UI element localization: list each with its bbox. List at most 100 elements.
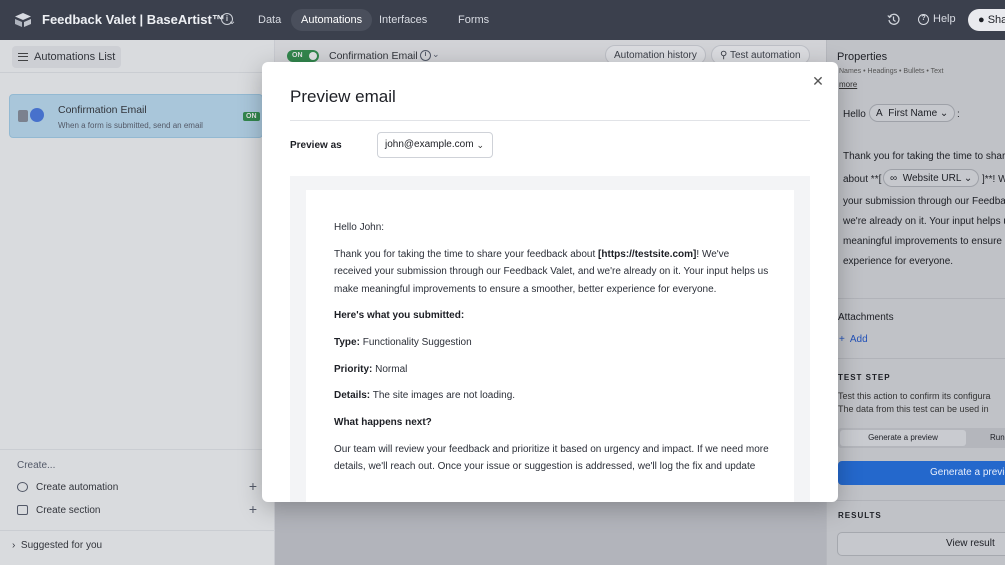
users-icon: ● <box>978 14 985 26</box>
automation-card-confirmation-email[interactable]: Confirmation Email When a form is submit… <box>9 94 263 138</box>
base-title-text: Feedback Valet | BaseArtist™ <box>42 12 225 27</box>
history-icon[interactable] <box>887 13 900 26</box>
info-icon[interactable]: i <box>221 13 233 25</box>
tab-generate-preview[interactable]: Generate a preview <box>840 430 966 446</box>
next-heading: What happens next? <box>334 417 432 428</box>
suggested-label: Suggested for you <box>20 540 103 551</box>
email-heading: What happens next? <box>334 417 432 428</box>
generate-preview-button[interactable]: Generate a preview <box>838 461 1005 485</box>
details-label: Details: <box>334 390 371 401</box>
first-name-label: First Name <box>888 108 938 119</box>
chevron-down-icon: ⌄ <box>939 108 949 119</box>
divider <box>827 500 1005 501</box>
base-title[interactable]: Feedback Valet | BaseArtist™ ⌄ <box>42 12 236 27</box>
chevron-right-icon: › <box>12 540 16 551</box>
email-paragraph-line: make meaningful improvements to ensure a… <box>334 284 717 295</box>
suggested-for-you-toggle[interactable]: › Suggested for you <box>12 540 102 551</box>
tab-interfaces[interactable]: Interfaces <box>369 9 437 31</box>
create-section-label: Create section <box>36 504 101 516</box>
plus-icon: + <box>248 478 257 494</box>
priority-label: Priority: <box>334 364 373 375</box>
body-text-suffix: ]**! W <box>982 174 1005 185</box>
body-text-line: Thank you for taking the time to share <box>843 151 1005 162</box>
preview-as-label: Preview as <box>290 140 342 151</box>
format-toolbar: Names • Headings • Bullets • Text <box>839 68 944 75</box>
create-label: Create... <box>17 460 56 471</box>
email-paragraph-line: received your submission through our Fee… <box>334 266 769 277</box>
add-label: Add <box>849 334 868 345</box>
email-body: Hello John: Thank you for taking the tim… <box>306 190 794 502</box>
preview-email-modal: Preview email ✕ Preview as john@example.… <box>262 62 838 502</box>
create-section-button[interactable]: Create section + <box>17 501 257 519</box>
email-text: Thank you for taking the time to share y… <box>334 249 599 260</box>
help-icon: ? <box>918 13 929 25</box>
body-text-line: we're already on it. Your input helps u <box>843 216 1005 227</box>
help-label: Help <box>933 13 956 25</box>
email-heading: Here's what you submitted: <box>334 310 464 321</box>
link-icon: ∞ <box>890 173 898 184</box>
view-result-button[interactable]: View result <box>837 532 1005 556</box>
details-value: The site images are not loading. <box>370 390 516 401</box>
modal-title: Preview email <box>290 87 396 106</box>
automation-title: Confirmation Email <box>58 104 147 116</box>
app-logo-icon[interactable] <box>14 12 32 28</box>
type-value: Functionality Suggestion <box>359 337 472 348</box>
body-text-line: experience for everyone. <box>843 256 954 267</box>
tab-data[interactable]: Data <box>248 9 291 31</box>
test-automation-label: Test automation <box>729 50 801 61</box>
email-text: ! We've <box>696 249 730 260</box>
plus-icon: + <box>248 501 257 517</box>
automation-description: When a form is submitted, send an email <box>58 121 203 130</box>
first-name-token[interactable]: A First Name ⌄ <box>869 104 956 122</box>
automations-list-toggle[interactable]: Automations List <box>12 46 122 68</box>
tab-run[interactable]: Run <box>984 430 1005 446</box>
tab-forms[interactable]: Forms <box>448 9 499 31</box>
chevron-down-icon: ⌄ <box>963 173 973 184</box>
divider <box>827 358 1005 359</box>
preview-as-value: john@example.com <box>385 139 474 150</box>
test-step-heading: TEST STEP <box>838 373 891 382</box>
form-trigger-icon <box>18 110 28 122</box>
share-button[interactable]: ● Share <box>968 9 1005 31</box>
more-link[interactable]: more <box>839 80 857 89</box>
help-button[interactable]: ? Help <box>918 13 956 25</box>
test-mode-tabs: Generate a preview Run <box>838 428 1005 448</box>
close-icon[interactable]: ✕ <box>811 74 825 88</box>
info-icon[interactable]: i <box>420 50 431 61</box>
divider <box>0 530 275 531</box>
status-badge: ON <box>243 112 260 121</box>
preview-as-select[interactable]: john@example.com ⌄ <box>377 132 493 158</box>
priority-value: Normal <box>372 364 408 375</box>
website-url-token[interactable]: ∞ Website URL ⌄ <box>883 169 980 187</box>
add-attachment-button[interactable]: + Add <box>839 334 868 345</box>
chevron-down-icon[interactable]: ⌄ <box>432 49 440 60</box>
share-label: Share <box>987 14 1005 26</box>
website-url-label: Website URL <box>902 173 962 184</box>
test-step-description: The data from this test can be used in <box>838 404 989 414</box>
create-automation-button[interactable]: Create automation + <box>17 478 257 496</box>
plus-icon: + <box>839 334 845 345</box>
submitted-heading: Here's what you submitted: <box>334 310 465 321</box>
automation-icon <box>17 482 28 492</box>
menu-icon <box>18 53 28 61</box>
divider <box>0 72 275 73</box>
tab-automations[interactable]: Automations <box>291 9 373 31</box>
create-automation-label: Create automation <box>36 481 119 493</box>
chevron-down-icon: ⌄ <box>476 140 484 150</box>
properties-panel: Properties Names • Headings • Bullets • … <box>826 40 1005 565</box>
body-text-about: about **[ <box>843 174 882 185</box>
email-paragraph-line: details, we'll reach out. Once your issu… <box>334 461 756 472</box>
text-field-icon: A <box>876 108 883 119</box>
email-priority-row: Priority: Normal <box>334 364 407 375</box>
email-action-icon <box>30 108 44 122</box>
automation-name[interactable]: Confirmation Email <box>329 50 418 62</box>
attachments-heading: Attachments <box>838 312 894 323</box>
divider <box>0 449 275 450</box>
divider <box>290 120 810 121</box>
email-preview-area: Hello John: Thank you for taking the tim… <box>290 176 810 502</box>
automation-toggle[interactable]: ON <box>287 50 319 62</box>
email-website-link: [https://testsite.com] <box>598 249 697 260</box>
test-step-description: Test this action to confirm its configur… <box>838 391 991 401</box>
body-text-hello: Hello <box>843 109 866 120</box>
results-heading: RESULTS <box>838 511 882 520</box>
